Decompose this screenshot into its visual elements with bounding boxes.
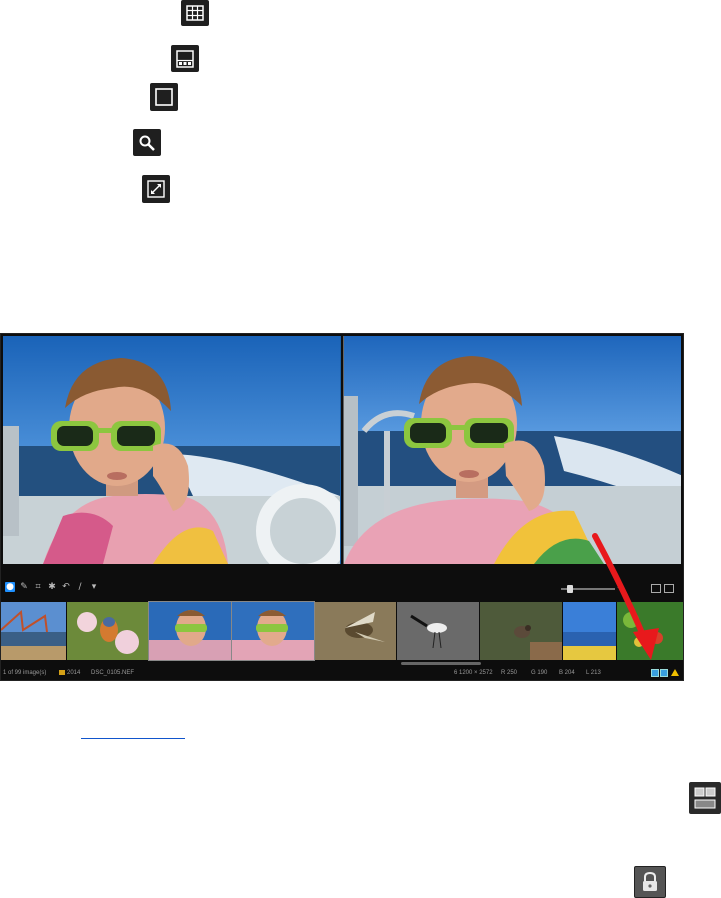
lock-icon	[634, 866, 666, 898]
thumbnail[interactable]	[67, 602, 148, 660]
hyperlink[interactable]	[81, 725, 185, 739]
boy-sunglasses-photo-right	[343, 336, 681, 564]
right-photo-pane[interactable]	[342, 336, 681, 564]
folder-icon	[59, 669, 65, 675]
left-photo-pane[interactable]	[3, 336, 341, 564]
red-value: R 250	[501, 670, 518, 676]
green-value: G 190	[531, 670, 548, 676]
filename: DSC_0105.NEF	[91, 670, 135, 676]
close-compare-button[interactable]	[664, 584, 674, 593]
status-bar: 1 of 99 image(s) 2014 DSC_0105.NEF 6 120…	[1, 667, 683, 679]
crop-icon[interactable]: ⌗	[33, 582, 43, 592]
eyedropper-icon[interactable]: ✎	[19, 582, 29, 592]
image-viewer-app: ● ✎ ⌗ ✱ ↶ ∕ ▾ ... 1 of 99 image(s) 2014 …	[0, 333, 684, 681]
compare-view-icon	[689, 782, 721, 814]
tool-dropdown-icon[interactable]: ▾	[89, 582, 99, 592]
thumbnail[interactable]	[1, 602, 66, 660]
edit-toolbar: ● ✎ ⌗ ✱ ↶ ∕ ▾	[5, 582, 99, 592]
single-view-icon	[150, 83, 178, 111]
filmstrip-view-icon	[171, 45, 199, 72]
compare-view-button[interactable]	[651, 669, 659, 677]
thumbnail[interactable]	[148, 601, 232, 661]
boy-sunglasses-photo-left	[3, 336, 340, 564]
thumbnail[interactable]	[397, 602, 479, 660]
thumbnail[interactable]	[563, 602, 616, 660]
retouch-icon[interactable]: ↶	[61, 582, 71, 592]
color-picker-icon[interactable]: ●	[5, 582, 15, 592]
thumbnail[interactable]	[480, 602, 562, 660]
blue-value: B 204	[559, 670, 575, 676]
compare-viewer	[3, 336, 681, 564]
magnifier-icon	[133, 129, 161, 156]
page: ● ✎ ⌗ ✱ ↶ ∕ ▾ ... 1 of 99 image(s) 2014 …	[0, 0, 721, 898]
image-count: 1 of 99 image(s)	[3, 670, 47, 676]
filmstrip	[1, 601, 683, 661]
straighten-icon[interactable]: ∕	[75, 582, 85, 592]
sync-view-button[interactable]	[660, 669, 668, 677]
thumbnail[interactable]	[617, 602, 683, 660]
status-buttons	[651, 669, 679, 677]
fullscreen-icon	[142, 175, 170, 203]
thumbnail[interactable]	[315, 602, 396, 660]
compare-mode-button[interactable]	[651, 584, 661, 593]
filmstrip-scrollbar[interactable]	[401, 662, 481, 665]
folder-label: 2014	[59, 667, 80, 679]
warning-icon	[671, 669, 679, 676]
zoom-slider[interactable]	[561, 585, 615, 593]
zoom-slider-handle[interactable]	[567, 585, 573, 593]
luminance-value: L 213	[586, 670, 601, 676]
red-eye-icon[interactable]: ✱	[47, 582, 57, 592]
image-dimensions: 6 1200 × 2572	[454, 670, 493, 676]
thumbnail[interactable]	[231, 601, 315, 661]
grid-view-icon	[181, 0, 209, 26]
zoom-value: ...	[617, 583, 623, 590]
